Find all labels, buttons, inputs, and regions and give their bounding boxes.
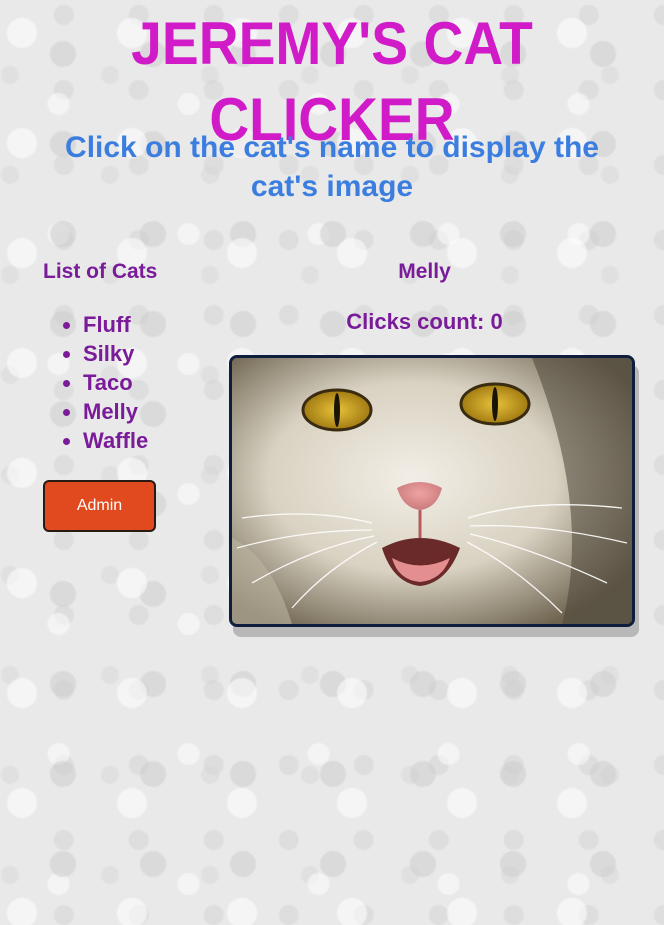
cat-list-item-silky[interactable]: Silky	[83, 339, 148, 368]
page-subtitle: Click on the cat's name to display the c…	[65, 131, 599, 203]
cat-list-heading: List of Cats	[43, 260, 158, 283]
admin-button[interactable]: Admin	[43, 480, 156, 532]
cat-list-item-waffle[interactable]: Waffle	[83, 426, 148, 455]
cat-list-item-taco[interactable]: Taco	[83, 368, 148, 397]
selected-cat-name: Melly	[398, 260, 451, 283]
cat-photo	[232, 358, 632, 624]
cat-list-item-melly[interactable]: Melly	[83, 397, 148, 426]
clicks-count: Clicks count: 0	[346, 309, 503, 334]
cat-list-item-fluff[interactable]: Fluff	[83, 310, 148, 339]
cat-list: Fluff Silky Taco Melly Waffle	[43, 310, 148, 455]
cat-image[interactable]	[229, 355, 635, 627]
